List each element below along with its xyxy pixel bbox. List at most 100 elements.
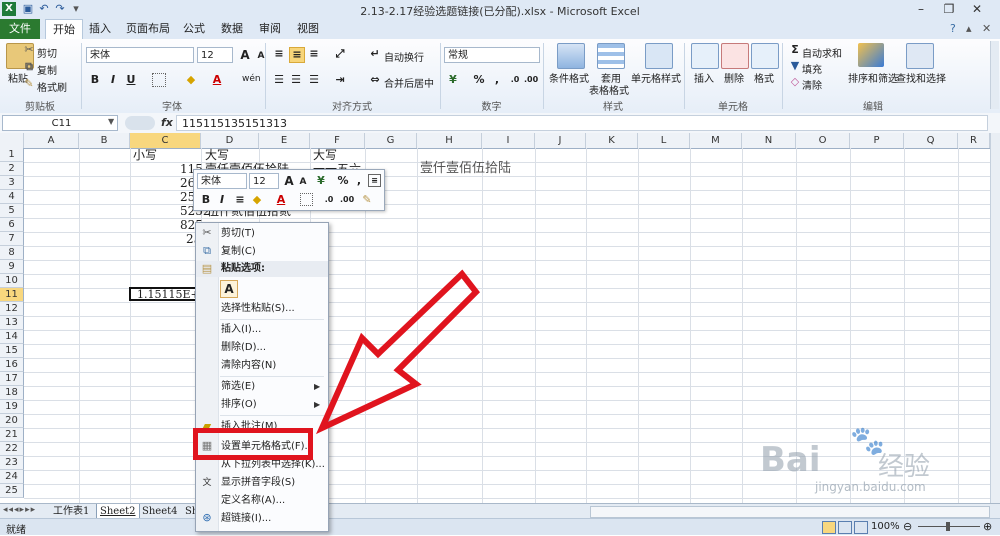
- column-header[interactable]: N: [742, 133, 796, 148]
- insert-cells-icon[interactable]: [691, 43, 719, 69]
- currency-icon[interactable]: ¥: [446, 73, 460, 87]
- menu-item-clear[interactable]: 清除内容(N): [221, 357, 276, 374]
- font-color-icon[interactable]: A: [210, 73, 224, 87]
- row-header[interactable]: 8: [0, 246, 24, 260]
- borders-icon[interactable]: [152, 73, 166, 87]
- column-header[interactable]: B: [79, 133, 130, 148]
- sort-filter-icon[interactable]: [858, 43, 884, 67]
- grow-font-icon[interactable]: A: [238, 48, 252, 62]
- column-header[interactable]: J: [535, 133, 586, 148]
- column-header[interactable]: E: [259, 133, 310, 148]
- tab-insert[interactable]: 插入: [84, 19, 116, 39]
- name-box[interactable]: C11: [2, 115, 118, 131]
- row-header[interactable]: 24: [0, 470, 24, 484]
- column-header[interactable]: C: [130, 133, 201, 148]
- restore-button[interactable]: ❐: [936, 0, 962, 18]
- workbook-close-icon[interactable]: ✕: [982, 22, 991, 35]
- zoom-out-icon[interactable]: ⊖: [903, 520, 912, 533]
- help-icon[interactable]: ?: [950, 22, 956, 35]
- mini-size-select[interactable]: 12: [249, 173, 279, 189]
- column-header[interactable]: M: [690, 133, 742, 148]
- conditional-formatting-icon[interactable]: [557, 43, 585, 69]
- menu-item-sort[interactable]: 排序(O): [221, 396, 257, 413]
- font-size-select[interactable]: 12: [197, 47, 233, 63]
- tab-page-layout[interactable]: 页面布局: [122, 19, 174, 39]
- mini-italic-button[interactable]: I: [215, 193, 229, 207]
- format-as-table-label-2[interactable]: 表格格式: [589, 82, 629, 97]
- align-left-icon[interactable]: ☰: [272, 73, 286, 87]
- bold-button[interactable]: B: [88, 73, 102, 87]
- column-header[interactable]: P: [850, 133, 904, 148]
- row-header[interactable]: 15: [0, 344, 24, 358]
- copy-icon[interactable]: ⧉: [22, 60, 36, 74]
- menu-item-phonetic[interactable]: 显示拼音字段(S): [221, 474, 295, 491]
- format-painter-button[interactable]: 格式刷: [37, 79, 67, 94]
- row-header[interactable]: 19: [0, 400, 24, 414]
- clear-button[interactable]: 清除: [802, 77, 822, 92]
- ribbon-scrollbar[interactable]: [990, 41, 999, 109]
- column-header[interactable]: L: [638, 133, 690, 148]
- row-header[interactable]: 22: [0, 442, 24, 456]
- menu-item-insert[interactable]: 插入(I)...: [221, 321, 261, 338]
- close-button[interactable]: ✕: [964, 0, 990, 18]
- format-cells-icon[interactable]: [751, 43, 779, 69]
- column-header[interactable]: D: [201, 133, 259, 148]
- fill-button[interactable]: 填充: [802, 61, 822, 76]
- page-layout-view-icon[interactable]: [838, 521, 852, 534]
- row-header[interactable]: 10: [0, 274, 24, 288]
- active-cell-c11[interactable]: 1.15115E+1: [129, 287, 207, 301]
- mini-currency-icon[interactable]: ¥: [314, 174, 328, 188]
- number-format-select[interactable]: 常规: [444, 47, 540, 63]
- row-header[interactable]: 21: [0, 428, 24, 442]
- cell-styles-button[interactable]: 单元格样式: [631, 70, 681, 85]
- mini-comma-button[interactable]: ,: [352, 174, 366, 188]
- mini-percent-button[interactable]: %: [336, 174, 350, 188]
- format-painter-icon[interactable]: ✎: [22, 77, 36, 91]
- row-header[interactable]: 12: [0, 302, 24, 316]
- align-center-icon[interactable]: ☰: [289, 73, 303, 87]
- menu-item-filter[interactable]: 筛选(E): [221, 378, 255, 395]
- column-header[interactable]: O: [796, 133, 850, 148]
- decrease-decimal-icon[interactable]: .00: [524, 73, 538, 87]
- menu-item-paste-special[interactable]: 选择性粘贴(S)...: [221, 300, 295, 317]
- menu-item-copy[interactable]: 复制(C): [221, 243, 256, 260]
- fill-color-icon[interactable]: ◆: [184, 73, 198, 87]
- zoom-in-icon[interactable]: ⊕: [983, 520, 992, 533]
- format-button[interactable]: 格式: [754, 70, 774, 85]
- ribbon-minimize-icon[interactable]: ▴: [966, 22, 972, 35]
- delete-cells-button[interactable]: 删除: [724, 70, 744, 85]
- zoom-slider-thumb[interactable]: [946, 522, 950, 531]
- row-header[interactable]: 5: [0, 204, 24, 218]
- insert-function-icon[interactable]: fx: [161, 116, 173, 129]
- menu-item-define-name[interactable]: 定义名称(A)...: [221, 492, 285, 509]
- indent-icon[interactable]: ⇥: [333, 73, 347, 87]
- row-header[interactable]: 13: [0, 316, 24, 330]
- column-header[interactable]: I: [482, 133, 535, 148]
- minimize-button[interactable]: –: [908, 0, 934, 18]
- mini-increase-decimal-icon[interactable]: .0: [322, 193, 336, 207]
- page-break-view-icon[interactable]: [854, 521, 868, 534]
- row-header[interactable]: 14: [0, 330, 24, 344]
- mini-font-color-button[interactable]: A: [274, 193, 288, 207]
- merge-center-button[interactable]: 合并后居中: [384, 75, 434, 90]
- merge-center-icon[interactable]: ⇔: [368, 73, 382, 87]
- column-header[interactable]: A: [24, 133, 79, 148]
- underline-button[interactable]: U: [124, 73, 138, 87]
- find-select-icon[interactable]: [906, 43, 934, 69]
- cut-icon[interactable]: ✂: [22, 43, 36, 57]
- copy-button[interactable]: 复制: [37, 62, 57, 77]
- align-middle-icon[interactable]: ≡: [289, 47, 305, 63]
- row-header[interactable]: 7: [0, 232, 24, 246]
- autosum-icon[interactable]: Σ: [788, 43, 802, 57]
- mini-font-select[interactable]: 宋体: [197, 173, 247, 189]
- mini-shrink-font-icon[interactable]: A: [296, 175, 310, 189]
- mini-decrease-decimal-icon[interactable]: .00: [340, 193, 354, 207]
- sort-filter-button[interactable]: 排序和筛选: [848, 70, 898, 85]
- conditional-formatting-button[interactable]: 条件格式: [549, 70, 589, 85]
- orientation-icon[interactable]: ⤢: [333, 47, 347, 61]
- tab-review[interactable]: 审阅: [254, 19, 286, 39]
- tab-file[interactable]: 文件: [0, 19, 40, 39]
- row-header[interactable]: 6: [0, 218, 24, 232]
- normal-view-icon[interactable]: [822, 521, 836, 534]
- italic-button[interactable]: I: [106, 73, 120, 87]
